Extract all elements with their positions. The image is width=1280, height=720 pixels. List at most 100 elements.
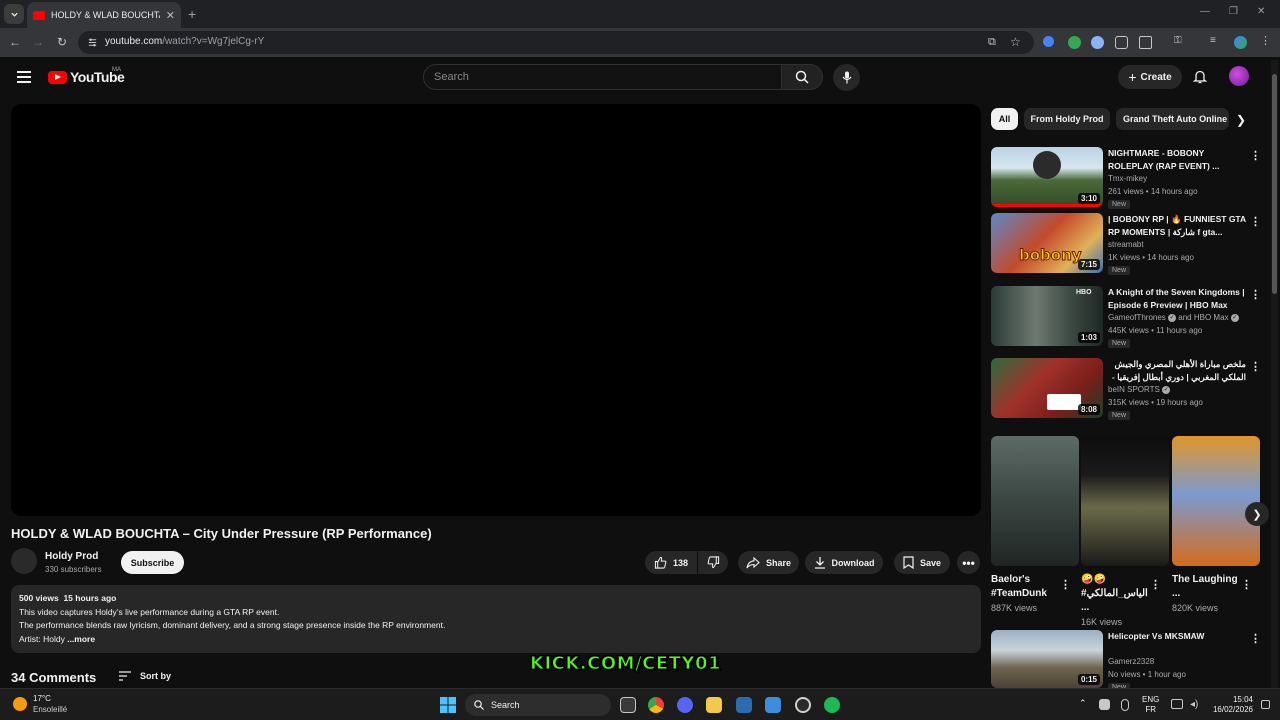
back-icon[interactable]: ←	[8, 35, 22, 49]
more-vertical-icon[interactable]: ⋮	[1060, 578, 1071, 591]
short-item[interactable]: 🤪🤪 #الياس_المالكي ... 16K views ⋮	[1081, 436, 1169, 627]
photos-icon[interactable]	[765, 697, 781, 713]
subscribe-button[interactable]: Subscribe	[121, 551, 184, 574]
short-thumbnail[interactable]	[1081, 436, 1169, 566]
windows-start-icon[interactable]	[440, 697, 456, 713]
tray-app-icon[interactable]	[1099, 699, 1110, 710]
video-player[interactable]	[11, 104, 981, 516]
browser-tab-active[interactable]: HOLDY & WLAD BOUCHTA – City Under Pressu…	[27, 2, 181, 28]
close-window-icon[interactable]: ✕	[1257, 6, 1265, 17]
maximize-icon[interactable]: ❐	[1229, 6, 1238, 17]
notifications-button[interactable]	[1193, 69, 1207, 84]
video-thumbnail[interactable]: 3:10	[991, 147, 1103, 207]
short-thumbnail[interactable]	[991, 436, 1079, 566]
install-app-icon[interactable]: ⧉	[988, 36, 996, 49]
address-bar[interactable]: youtube.com/watch?v=Wg7jelCg-rY ⧉ ☆	[78, 31, 1034, 54]
shorts-next-button[interactable]: ❯	[1245, 502, 1269, 526]
sort-comments-button[interactable]: Sort by	[118, 671, 171, 681]
keyboard-language[interactable]: ENG FR	[1142, 695, 1159, 715]
more-vertical-icon[interactable]: ⋮	[1250, 288, 1261, 301]
tab-search-button[interactable]	[4, 4, 24, 24]
forward-icon[interactable]: →	[31, 35, 45, 49]
more-vertical-icon[interactable]: ⋮	[1250, 632, 1261, 645]
chip-gta-online[interactable]: Grand Theft Auto Online	[1116, 108, 1229, 130]
short-item[interactable]: The Laughing ... 820K views ⋮	[1172, 436, 1260, 613]
extension-vpn-icon[interactable]	[1068, 36, 1081, 49]
scrollbar-thumb[interactable]	[1272, 74, 1277, 294]
media-control-icon[interactable]: ≡	[1210, 35, 1223, 48]
recommendation-item[interactable]: HBO 1:03 A Knight of the Seven Kingdoms …	[991, 286, 1263, 350]
tray-overflow-icon[interactable]: ⌃	[1079, 698, 1087, 708]
network-icon[interactable]	[1171, 699, 1183, 709]
tray-microphone-icon[interactable]	[1121, 699, 1129, 711]
chip-from-channel[interactable]: From Holdy Prod	[1024, 108, 1110, 130]
search-button[interactable]	[781, 64, 823, 90]
close-tab-icon[interactable]: ✕	[166, 9, 175, 22]
video-thumbnail[interactable]: HBO 1:03	[991, 286, 1103, 346]
short-thumbnail[interactable]	[1172, 436, 1260, 566]
task-view-icon[interactable]	[620, 697, 636, 713]
extensions-puzzle-icon[interactable]	[1139, 36, 1152, 49]
password-key-icon[interactable]: ⚿	[1174, 35, 1187, 48]
new-tab-button[interactable]: +	[188, 6, 196, 22]
spotify-icon[interactable]	[824, 697, 840, 713]
volume-icon[interactable]: ◂)	[1190, 699, 1202, 710]
recommendation-meta: No views • 1 hour ago	[1108, 670, 1186, 679]
more-vertical-icon[interactable]: ⋮	[1250, 215, 1261, 228]
recommendation-item[interactable]: 8:08 ملخص مباراة الأهلي المصري والجيش ال…	[991, 358, 1263, 422]
discord-icon[interactable]	[677, 697, 693, 713]
app-store-icon[interactable]	[736, 697, 752, 713]
video-thumbnail[interactable]: bobony 7:15	[991, 213, 1103, 273]
video-thumbnail[interactable]: 0:15	[991, 630, 1103, 688]
menu-icon[interactable]	[17, 71, 31, 86]
weather-temperature[interactable]: 17°C	[33, 694, 51, 703]
share-button[interactable]: Share	[738, 551, 799, 574]
more-actions-button[interactable]: •••	[957, 551, 980, 574]
channel-name[interactable]: Holdy Prod	[45, 551, 98, 562]
extension-screenshot-icon[interactable]	[1115, 36, 1128, 49]
create-button[interactable]: + Create	[1118, 65, 1182, 89]
voice-search-button[interactable]	[833, 64, 860, 91]
more-vertical-icon[interactable]: ⋮	[1150, 578, 1161, 591]
chip-all[interactable]: All	[991, 108, 1018, 130]
like-button[interactable]: 138	[645, 551, 697, 574]
minimize-icon[interactable]: —	[1200, 6, 1210, 17]
extension-circle-icon[interactable]	[1091, 36, 1104, 49]
rockstar-launcher-icon[interactable]	[795, 697, 811, 713]
account-avatar[interactable]	[1229, 66, 1249, 86]
description-box[interactable]: 500 views 15 hours ago This video captur…	[11, 585, 981, 653]
weather-condition[interactable]: Ensoleillé	[33, 705, 67, 714]
dislike-button[interactable]	[698, 551, 728, 574]
show-more-link[interactable]: ...more	[67, 634, 95, 644]
page-scrollbar[interactable]	[1271, 60, 1278, 688]
recommendation-channel: beIN SPORTS ✓	[1108, 385, 1171, 394]
reload-icon[interactable]: ↻	[55, 35, 69, 49]
short-item[interactable]: Baelor's #TeamDunk 887K views ⋮	[991, 436, 1079, 613]
recommendation-item[interactable]: 3:10 NIGHTMARE - BOBONY ROLEPLAY (RAP EV…	[991, 147, 1263, 211]
duration-badge: 1:03	[1077, 332, 1100, 343]
save-button[interactable]: Save	[894, 551, 950, 574]
extension-audio-icon[interactable]	[1043, 36, 1054, 47]
more-vertical-icon[interactable]: ⋮	[1250, 360, 1261, 373]
chevron-right-icon[interactable]: ❯	[1236, 113, 1246, 127]
sun-icon[interactable]	[13, 697, 27, 711]
more-vertical-icon[interactable]: ⋮	[1241, 578, 1252, 591]
profile-avatar-icon[interactable]	[1234, 36, 1247, 49]
video-thumbnail[interactable]: 8:08	[991, 358, 1103, 418]
like-count: 138	[672, 557, 689, 568]
recommendation-item[interactable]: bobony 7:15 | BOBONY RP | 🔥 FUNNIEST GTA…	[991, 213, 1263, 277]
chrome-icon[interactable]	[648, 697, 664, 713]
file-explorer-icon[interactable]	[706, 697, 722, 713]
browser-menu-icon[interactable]: ⋮	[1260, 34, 1273, 47]
download-button[interactable]: Download	[805, 551, 883, 574]
site-settings-icon[interactable]	[87, 37, 98, 48]
search-input[interactable]: Search	[423, 64, 783, 90]
more-vertical-icon[interactable]: ⋮	[1250, 149, 1261, 162]
channel-avatar[interactable]	[11, 548, 37, 574]
youtube-logo[interactable]: YouTube MA	[48, 67, 125, 85]
bookmark-star-icon[interactable]: ☆	[1010, 35, 1021, 49]
clock[interactable]: 15:04 16/02/2026	[1209, 695, 1253, 715]
taskbar-search[interactable]: Search	[465, 694, 611, 716]
recommendation-item[interactable]: 0:15 Helicopter Vs MKSMAW Gamerz2328 No …	[991, 630, 1263, 694]
notification-center-icon[interactable]	[1261, 700, 1270, 709]
